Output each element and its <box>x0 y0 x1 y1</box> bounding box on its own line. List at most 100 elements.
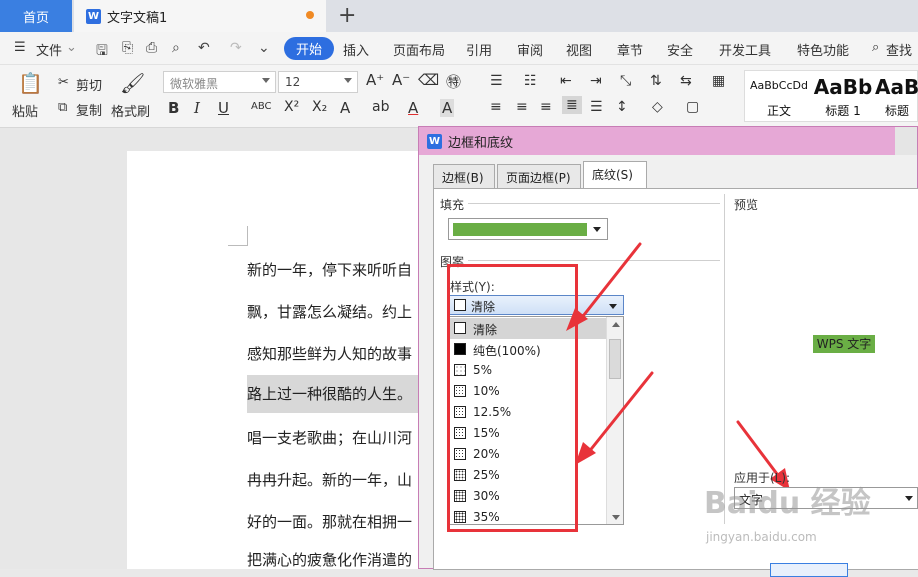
new-tab-button[interactable]: + <box>338 3 356 28</box>
menu-bar: ☰ 文件 ⌄ 🖫 ⎘ ⎙ ⌕ ↶ ↷ ⌄ 开始 插入 页面布局 引用 审阅 视图… <box>0 32 918 65</box>
align-center-icon[interactable]: ≡ <box>516 99 528 115</box>
doc-line[interactable]: 感知那些鲜为人知的故事 <box>247 343 422 364</box>
scroll-down-icon[interactable] <box>612 515 620 520</box>
paste-icon[interactable]: 📋 <box>18 71 43 95</box>
number-list-icon[interactable]: ☷ <box>524 73 537 89</box>
distributed-icon[interactable]: ☰ <box>590 99 603 115</box>
menu-page-layout[interactable]: 页面布局 <box>393 40 445 59</box>
search-label[interactable]: 查找 <box>886 40 912 59</box>
shrink-font-icon[interactable]: A⁻ <box>392 71 410 89</box>
scroll-up-icon[interactable] <box>612 322 620 327</box>
line-spacing-icon[interactable]: ↕ <box>616 99 628 115</box>
style-title-sample[interactable]: AaB <box>875 75 918 99</box>
clear-format-icon[interactable]: ⌫ <box>418 71 439 89</box>
hamburger-icon[interactable]: ☰ <box>14 40 26 55</box>
search-icon[interactable]: ⌕ <box>872 40 879 55</box>
shading-icon[interactable]: ◇ <box>652 99 663 115</box>
dialog-titlebar[interactable]: W 边框和底纹 <box>419 127 917 155</box>
align-right-icon[interactable]: ≡ <box>540 99 552 115</box>
show-marks-icon[interactable]: ⇆ <box>680 73 692 89</box>
print-icon[interactable]: ⎙ <box>146 40 157 56</box>
increase-indent-icon[interactable]: ⇥ <box>590 73 602 89</box>
text-effect-icon[interactable]: A <box>340 99 350 117</box>
tab-borders[interactable]: 边框(B) <box>433 164 495 188</box>
decrease-indent-icon[interactable]: ⇤ <box>560 73 572 89</box>
chevron-down-icon[interactable]: ⌄ <box>66 40 77 55</box>
font-size-select[interactable]: 12 <box>278 71 358 93</box>
menu-view[interactable]: 视图 <box>566 40 592 59</box>
font-name-select[interactable]: 微软雅黑 <box>163 71 276 93</box>
file-menu[interactable]: 文件 <box>36 40 62 59</box>
font-name-value: 微软雅黑 <box>170 77 219 91</box>
style-title-label[interactable]: 标题 <box>875 102 918 119</box>
underline-icon[interactable]: U <box>218 99 229 117</box>
menu-review[interactable]: 审阅 <box>517 40 543 59</box>
copy-icon[interactable]: ⧉ <box>58 100 67 115</box>
bullet-list-icon[interactable]: ☰ <box>490 73 503 89</box>
style-h1-label[interactable]: 标题 1 <box>811 102 875 119</box>
annotation-highlight-box <box>447 264 578 532</box>
phonetic-icon[interactable]: ㊕ <box>446 71 461 92</box>
subscript-icon[interactable]: X₂ <box>312 99 327 115</box>
redo-icon[interactable]: ↷ <box>230 40 242 56</box>
export-icon[interactable]: ⎘ <box>122 40 133 56</box>
doc-line[interactable]: 把满心的疲惫化作消遣的 <box>247 549 422 570</box>
list-scrollbar[interactable] <box>606 317 623 524</box>
tab-home[interactable]: 首页 <box>0 0 72 32</box>
fill-color-picker[interactable] <box>448 218 608 240</box>
copy-button[interactable]: 复制 <box>76 100 102 119</box>
undo-icon[interactable]: ↶ <box>198 40 210 56</box>
align-left-icon[interactable]: ≡ <box>490 99 502 115</box>
menu-chapter[interactable]: 章节 <box>617 40 643 59</box>
doc-line[interactable]: 冉冉升起。新的一年，山 <box>247 469 422 490</box>
preview-icon[interactable]: ⌕ <box>172 40 180 56</box>
close-button[interactable] <box>895 127 917 155</box>
doc-line-selected[interactable]: 路上过一种很酷的人生。 <box>247 375 422 413</box>
menu-features[interactable]: 特色功能 <box>797 40 849 59</box>
menu-start[interactable]: 开始 <box>284 37 335 60</box>
wps-writer-icon: W <box>86 8 101 24</box>
doc-line[interactable]: 飘，甘露怎么凝结。约上 <box>247 301 422 322</box>
font-color-icon[interactable]: A <box>408 99 418 117</box>
tab-page-border[interactable]: 页面边框(P) <box>497 164 581 188</box>
tab-document[interactable]: W 文字文稿1 <box>74 0 326 32</box>
menu-developer[interactable]: 开发工具 <box>719 40 771 59</box>
menu-reference[interactable]: 引用 <box>466 40 492 59</box>
char-shading-icon[interactable]: A <box>440 99 455 117</box>
superscript-icon[interactable]: X² <box>284 99 299 115</box>
dialog-title: 边框和底纹 <box>448 135 514 151</box>
menu-security[interactable]: 安全 <box>667 40 693 59</box>
scroll-thumb[interactable] <box>609 339 621 379</box>
italic-icon[interactable]: I <box>194 99 200 117</box>
paste-button[interactable]: 粘贴 <box>12 101 38 120</box>
sort-icon[interactable]: ⇅ <box>650 73 662 89</box>
doc-line[interactable]: 好的一面。那就在相拥一 <box>247 511 422 532</box>
cut-button[interactable]: 剪切 <box>76 75 102 94</box>
doc-line[interactable]: 唱一支老歌曲；在山川河 <box>247 427 422 448</box>
chevron-down-icon <box>262 78 270 83</box>
justify-icon[interactable]: ≣ <box>562 96 582 114</box>
font-size-value: 12 <box>285 75 301 89</box>
fill-color-swatch <box>453 223 587 236</box>
group-divider <box>468 203 720 204</box>
highlight-icon[interactable]: ab <box>372 99 389 115</box>
menu-insert[interactable]: 插入 <box>343 40 369 59</box>
chinese-layout-icon[interactable]: ⤡ <box>620 73 631 89</box>
table-icon[interactable]: ▦ <box>712 73 725 89</box>
save-icon[interactable]: 🖫 <box>96 40 108 64</box>
style-normal-sample[interactable]: AaBbCcDd <box>747 79 811 92</box>
ok-button[interactable] <box>770 563 848 577</box>
format-painter-button[interactable]: 格式刷 <box>111 101 150 120</box>
scissors-icon[interactable]: ✂ <box>58 75 69 90</box>
more-icon[interactable]: ⌄ <box>258 40 270 56</box>
tab-shading[interactable]: 底纹(S) <box>583 161 647 189</box>
bold-icon[interactable]: B <box>168 99 179 117</box>
doc-line[interactable]: 新的一年，停下来听听自 <box>247 259 422 280</box>
style-gallery: AaBbCcDd 正文 AaBb 标题 1 AaB 标题 <box>744 70 918 122</box>
format-painter-icon[interactable]: 🖌 <box>120 71 145 95</box>
style-normal-label[interactable]: 正文 <box>747 102 811 119</box>
style-h1-sample[interactable]: AaBb <box>811 75 875 99</box>
strikethrough-icon[interactable]: ABC <box>251 101 272 112</box>
border-icon[interactable]: ▢ <box>686 99 699 115</box>
grow-font-icon[interactable]: A⁺ <box>366 71 384 89</box>
